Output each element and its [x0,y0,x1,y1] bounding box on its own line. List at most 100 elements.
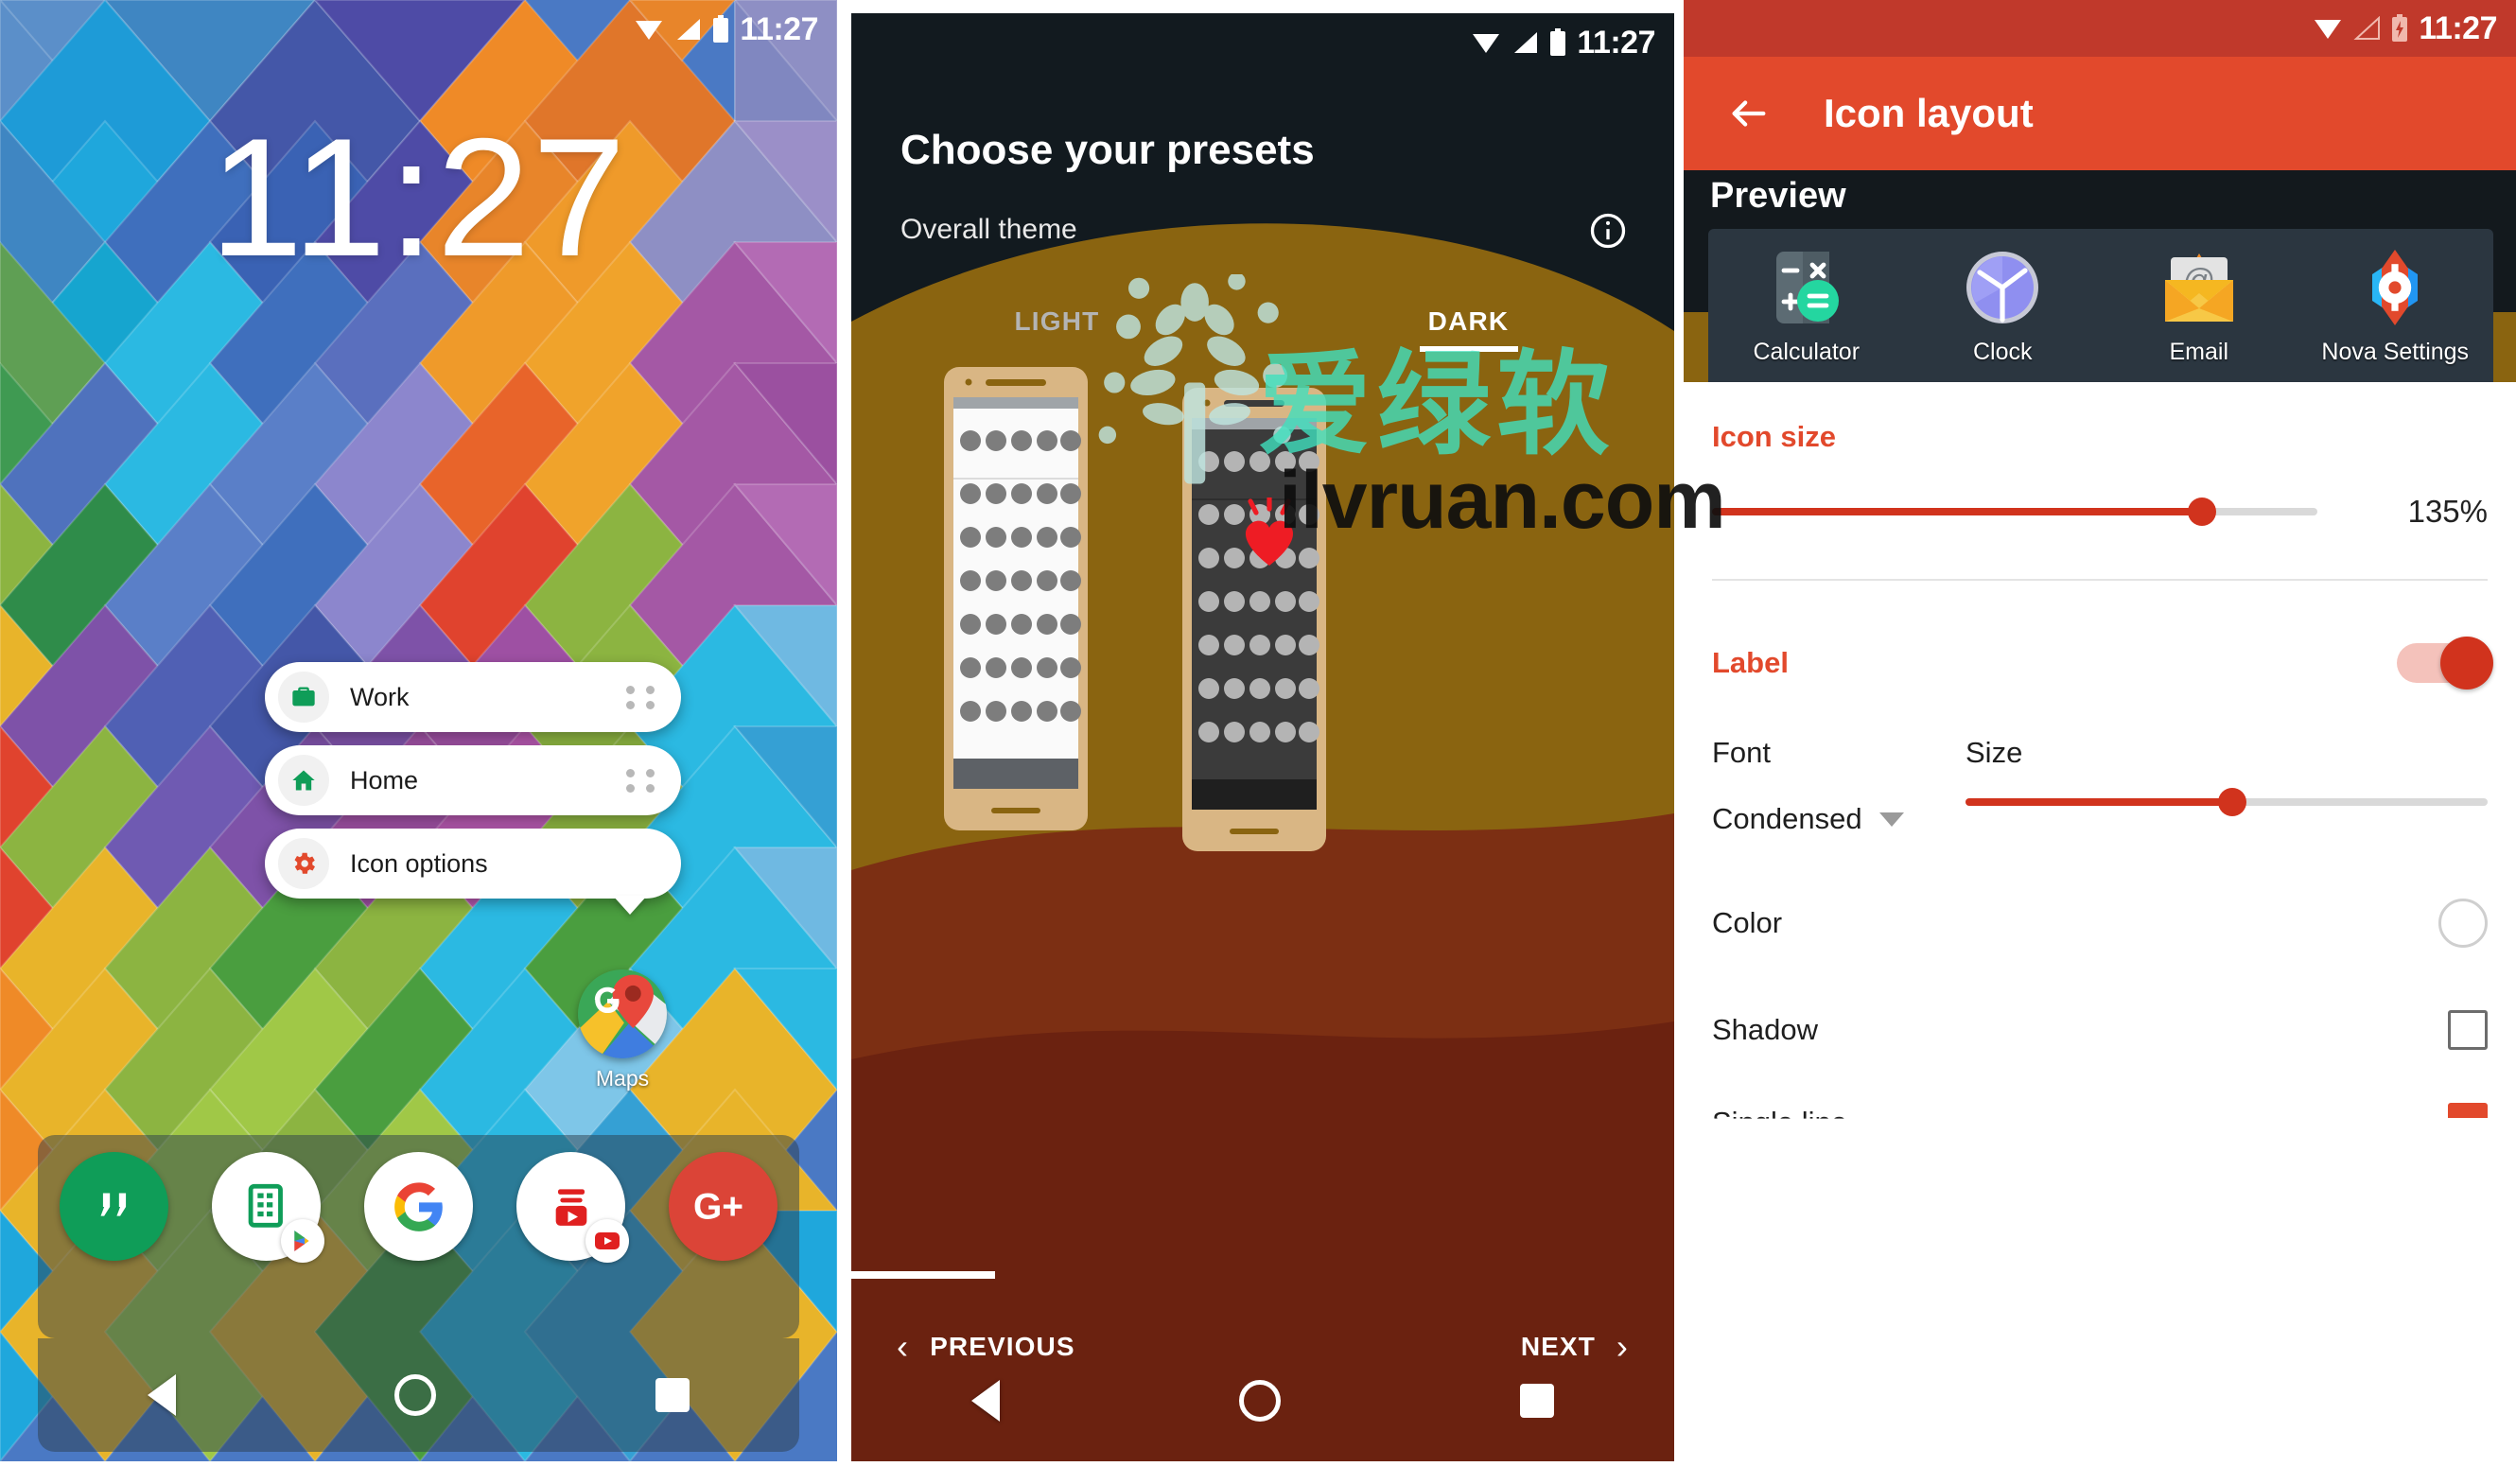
setting-color[interactable]: Color [1712,899,2488,948]
label-toggle-switch[interactable] [2397,637,2493,690]
navigation-bar-home [38,1338,799,1452]
settings-list: Icon size 135% Label Font Condensed Size… [1684,382,2516,1461]
back-arrow-icon[interactable] [1727,92,1771,135]
home-button[interactable] [394,1374,437,1416]
status-time: 11:27 [2419,9,2497,46]
setting-shadow[interactable]: Shadow [1712,1010,2488,1050]
page-title: Icon layout [1824,91,2034,135]
play-store-icon [281,1219,324,1263]
info-icon[interactable] [1587,210,1629,256]
navigation-bar-presets [851,1344,1674,1458]
preview-app-email[interactable]: @ Email [2123,242,2275,366]
setting-label-toggle: Label [1712,637,2493,690]
dock-item-google-plus[interactable]: G+ [669,1152,778,1261]
panel-icon-layout: 11:27 Icon layout Preview Calculator Clo… [1684,0,2516,1461]
nova-settings-icon [2350,242,2440,333]
setting-icon-size: Icon size 135% [1712,382,2488,530]
single-line-label: Single line [1712,1106,1848,1139]
phone-mockup-light[interactable] [944,367,1088,830]
single-line-checkbox[interactable] [2448,1103,2488,1118]
desktop-app-maps[interactable]: Maps [566,969,679,1091]
preview-app-label: Email [2169,339,2228,365]
status-time: 11:27 [740,10,818,47]
status-bar-icon-layout: 11:27 [1684,0,2516,57]
color-swatch[interactable] [2438,899,2488,948]
shortcut-item-work[interactable]: Work [265,662,681,732]
icon-size-slider-row: 135% [1712,494,2488,530]
dock-item-sheets[interactable] [212,1152,324,1263]
font-spinner[interactable]: Condensed [1712,802,1966,836]
app-label: Maps [595,1066,650,1091]
status-bar-home: 11:27 [0,0,837,59]
svg-text:G+: G+ [693,1186,743,1227]
phone-mockup-dark[interactable] [1182,388,1326,851]
recents-button[interactable] [1520,1384,1555,1418]
panel-choose-presets: 11:27 Choose your presets Overall theme … [851,13,1674,1461]
dock: G+ [38,1135,799,1338]
back-button[interactable] [147,1374,176,1416]
preview-app-clock[interactable]: Clock [1927,242,2078,366]
google-maps-icon [578,969,667,1058]
section-label-overall-theme: Overall theme [900,214,1077,245]
briefcase-icon [278,672,329,723]
setting-single-line-partial[interactable]: Single line [1712,1103,2488,1143]
signal-icon [2352,16,2381,41]
shortcut-item-home[interactable]: Home [265,745,681,815]
email-icon: @ [2154,242,2245,333]
dock-item-youtube-music[interactable] [516,1152,629,1263]
shortcut-label: Home [350,765,419,794]
icon-size-slider[interactable] [1712,498,2317,526]
home-button[interactable] [1238,1380,1281,1422]
back-button[interactable] [970,1380,1000,1422]
tab-selected-underline [1419,346,1518,352]
color-label: Color [1712,906,1783,939]
recents-button[interactable] [655,1378,690,1412]
wifi-icon [1471,30,1501,55]
wifi-icon [2313,16,2343,41]
label-size-slider[interactable] [1966,788,2488,816]
tab-light[interactable]: LIGHT [851,306,1263,337]
size-column: Size [1966,736,2488,816]
battery-icon [1548,28,1567,57]
setting-font-and-size: Font Condensed Size [1712,736,2488,836]
preview-app-label: Calculator [1753,339,1861,365]
size-label: Size [1966,736,2023,769]
app-shortcut-popup: Work Home Icon options [265,662,681,915]
drag-handle-icon[interactable] [626,681,658,713]
popup-tail [613,896,647,915]
dock-item-google[interactable] [364,1152,473,1261]
shadow-checkbox[interactable] [2448,1010,2488,1050]
tab-dark[interactable]: DARK [1263,306,1674,352]
preview-app-nova-settings[interactable]: Nova Settings [2319,242,2471,366]
divider [1712,579,2488,581]
battery-charging-icon [2390,14,2409,43]
signal-icon [673,17,702,42]
font-label: Font [1712,736,1772,769]
home-clock-widget: 11:27 [209,103,628,291]
house-icon [278,755,329,806]
shortcut-item-icon-options[interactable]: Icon options [265,829,681,915]
preview-section: Preview Calculator Clock Email Nova Sett… [1684,170,2516,382]
preview-app-label: Nova Settings [2321,339,2470,365]
drag-handle-icon[interactable] [626,764,658,796]
panel-home-screen: 11:27 11:27 Work Home Icon options Maps … [0,0,837,1461]
youtube-badge-icon [585,1219,629,1263]
status-bar-presets: 11:27 [851,13,1674,72]
font-value: Condensed [1712,802,1862,835]
preview-app-label: Clock [1972,339,2033,365]
chevron-down-icon [1878,812,1904,827]
theme-tabs: LIGHT DARK [851,306,1674,352]
preview-card: Calculator Clock Email Nova Settings [1708,229,2493,382]
preview-label: Preview [1710,176,1846,216]
progress-indicator [851,1271,995,1279]
battery-icon [711,15,730,44]
dock-item-hangouts[interactable] [60,1152,168,1261]
shortcut-label: Icon options [350,848,488,878]
icon-size-label: Icon size [1712,420,1836,453]
font-column: Font Condensed [1712,736,1966,836]
screenshot-stage: 11:27 11:27 Work Home Icon options Maps … [0,0,2516,1484]
preview-app-calculator[interactable]: Calculator [1731,242,1882,366]
wifi-icon [634,17,664,42]
signal-icon [1511,30,1539,55]
app-bar: Icon layout [1684,57,2516,170]
